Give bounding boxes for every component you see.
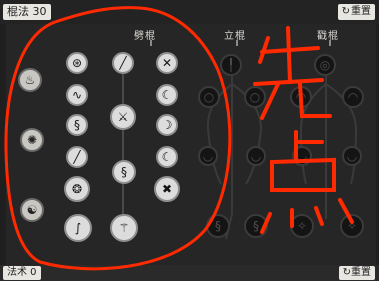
arc-icon: ◡ xyxy=(202,149,214,163)
spell-points-counter: 法术 0 xyxy=(3,266,41,280)
pi-node-5[interactable]: ☾ xyxy=(156,84,178,106)
pi-node-1[interactable]: ⊛ xyxy=(66,52,88,74)
pi-node-13[interactable]: ✖ xyxy=(154,176,180,202)
swirl-icon: § xyxy=(253,219,259,233)
li-node-3[interactable]: ○ xyxy=(244,86,266,108)
chuo-node-6[interactable]: ✧ xyxy=(290,214,314,238)
monk-head-icon[interactable]: ☯ xyxy=(20,198,44,222)
pi-node-4[interactable]: ∿ xyxy=(66,84,88,106)
li-node-7[interactable]: § xyxy=(244,214,268,238)
arc-icon: ◠ xyxy=(347,90,359,104)
pi-node-12[interactable]: ❂ xyxy=(64,176,90,202)
pi-node-11[interactable]: § xyxy=(112,160,136,184)
pi-node-6[interactable]: ⚔ xyxy=(110,104,136,130)
reset-icon: ↻ xyxy=(342,267,351,278)
pi-node-2[interactable]: ╱ xyxy=(112,52,134,74)
reset-skills-button[interactable]: ↻重置 xyxy=(337,4,375,20)
chuo-node-4[interactable]: ◡ xyxy=(292,146,312,166)
pi-node-8[interactable]: ☽ xyxy=(156,114,178,136)
branch-tick-pi xyxy=(150,40,152,46)
pi-node-9[interactable]: ╱ xyxy=(66,146,88,168)
cross-icon: ✖ xyxy=(161,182,173,196)
pi-node-14[interactable]: ∫ xyxy=(64,214,92,242)
chuo-node-7[interactable]: ✧ xyxy=(340,214,364,238)
reset-icon: ↻ xyxy=(341,6,350,17)
crescent-icon: ☾ xyxy=(161,150,173,164)
swirl-icon: ❂ xyxy=(71,182,83,196)
pi-node-15[interactable]: ⚚ xyxy=(110,214,138,242)
cross-staff-icon: ✕ xyxy=(161,56,173,70)
li-node-6[interactable]: § xyxy=(206,214,230,238)
bottom-bar: 法术 0 ↻重置 xyxy=(0,265,379,281)
staff-skill-points-label: 棍法 30 xyxy=(7,5,47,18)
flame-talisman-icon[interactable]: ♨ xyxy=(18,68,42,92)
staff-icon: ╱ xyxy=(119,56,127,70)
arc-icon: ✧ xyxy=(346,219,358,233)
swirl-icon: § xyxy=(74,118,80,132)
branch-title-li: 立棍 xyxy=(224,31,246,42)
pi-node-7[interactable]: § xyxy=(66,114,88,136)
staff-skill-points-counter: 棍法 30 xyxy=(3,4,51,20)
reset-label: 重置 xyxy=(351,267,371,278)
swirl-icon: § xyxy=(121,165,127,179)
chuo-node-5[interactable]: ◡ xyxy=(342,146,362,166)
spirit-orb-icon[interactable]: ✺ xyxy=(20,128,44,152)
pi-node-10[interactable]: ☾ xyxy=(156,146,178,168)
branch-title-chuo: 戳棍 xyxy=(317,31,339,42)
arc-icon: ◡ xyxy=(346,149,358,163)
ring-icon: ○ xyxy=(203,90,215,104)
spiral-icon: ⊛ xyxy=(71,56,83,70)
chuo-node-1[interactable]: ◎ xyxy=(314,54,336,76)
crescent-icon: ☽ xyxy=(161,118,173,132)
arc-icon: ◡ xyxy=(296,149,308,163)
branch-title-pi: 劈棍 xyxy=(134,31,156,42)
staff-icon: ╱ xyxy=(73,150,81,164)
reset-spells-button[interactable]: ↻重置 xyxy=(338,266,375,280)
staff-icon: ╿ xyxy=(227,58,235,72)
swirl-icon: ∫ xyxy=(74,221,82,235)
chuo-node-2[interactable]: ◠ xyxy=(290,86,312,108)
arc-icon: ◠ xyxy=(295,90,307,104)
skill-tree-panel: 劈棍 立棍 戳棍 ♨ ✺ ☯ ⊛ ╱ ✕ ∿ ☾ ⚔ § ☽ ╱ ☾ § ❂ ✖… xyxy=(6,24,376,265)
staff-icon: ⚚ xyxy=(118,221,130,235)
arc-icon: ✧ xyxy=(296,219,308,233)
li-node-2[interactable]: ○ xyxy=(198,86,220,108)
ring-icon: ◎ xyxy=(319,58,331,72)
staff-icon: ⚔ xyxy=(117,110,129,124)
crescent-icon: ☾ xyxy=(161,88,173,102)
branch-tick-chuo xyxy=(329,40,331,46)
pi-node-3[interactable]: ✕ xyxy=(156,52,178,74)
branch-tick-li xyxy=(236,40,238,46)
top-bar: 棍法 30 ↻重置 xyxy=(0,0,379,24)
li-node-5[interactable]: ◡ xyxy=(246,146,266,166)
swirl-icon: § xyxy=(215,219,221,233)
arc-icon: ◡ xyxy=(250,149,262,163)
spiral-icon: ∿ xyxy=(71,88,83,102)
chuo-node-3[interactable]: ◠ xyxy=(342,86,364,108)
li-node-1[interactable]: ╿ xyxy=(220,54,242,76)
reset-label: 重置 xyxy=(351,6,371,17)
ring-icon: ○ xyxy=(249,90,261,104)
li-node-4[interactable]: ◡ xyxy=(198,146,218,166)
spell-points-label: 法术 0 xyxy=(7,267,37,278)
